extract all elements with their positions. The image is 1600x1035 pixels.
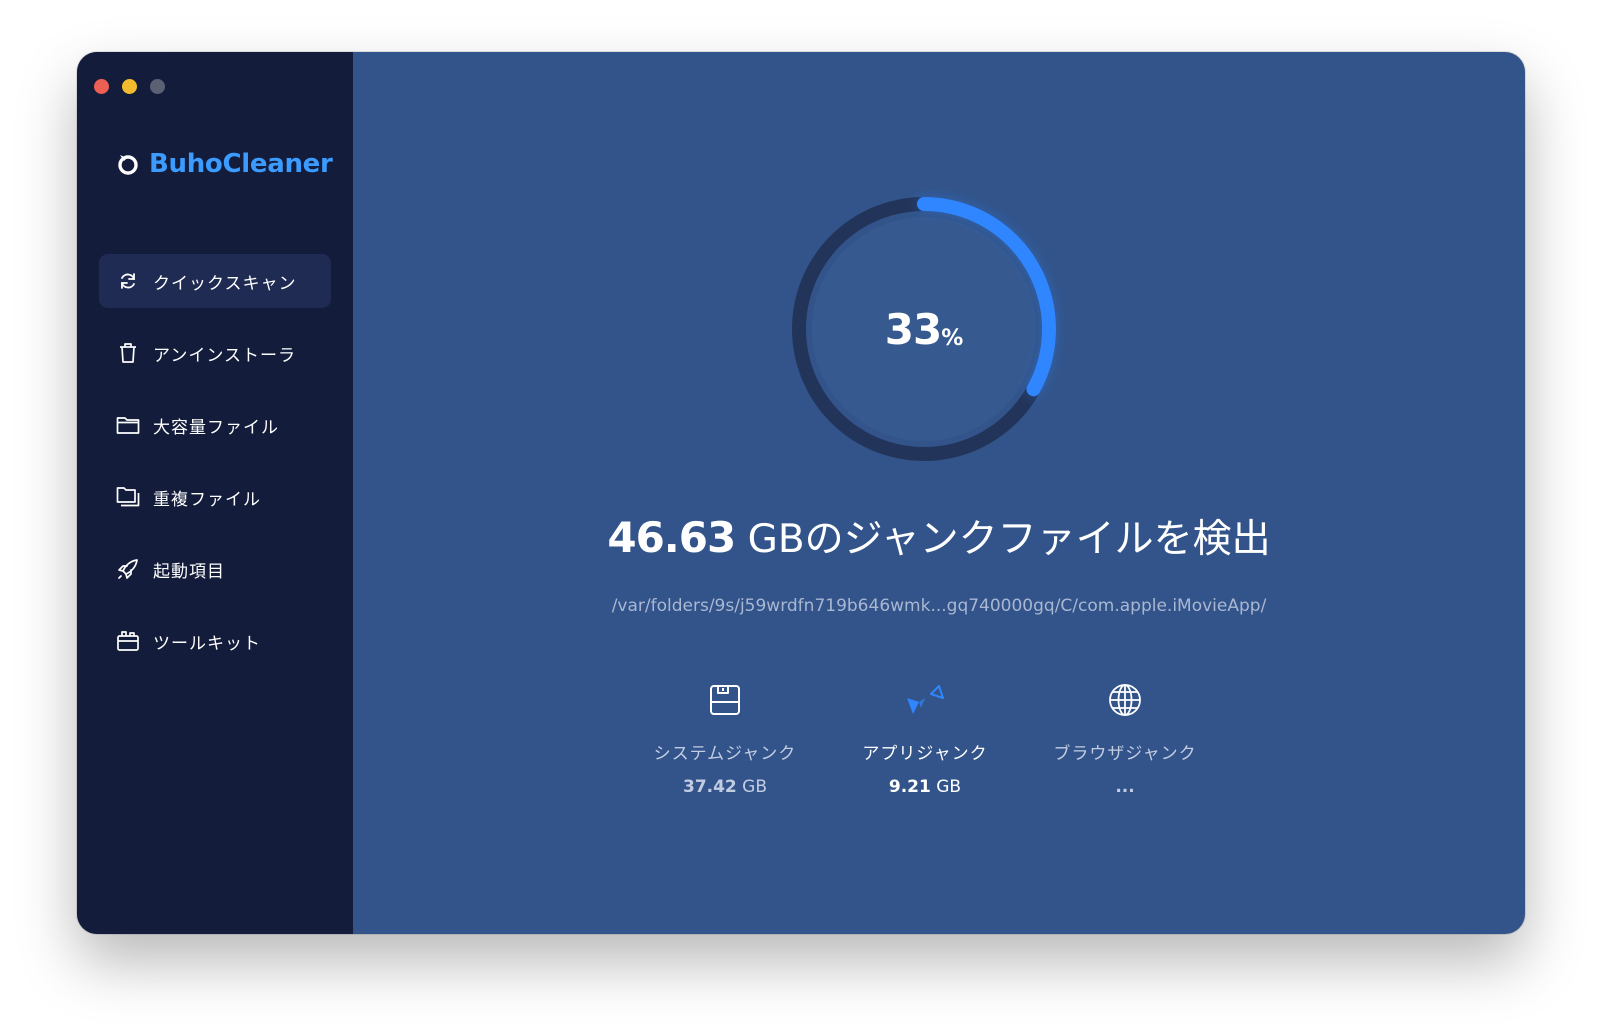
app-name: BuhoCleaner — [149, 149, 333, 179]
trash-icon — [115, 340, 141, 366]
zoom-window-button[interactable] — [150, 79, 165, 94]
app-window: BuhoCleaner クイックスキャン アンインストーラ 大容量ファイル 重複… — [77, 52, 1525, 934]
progress-unit: % — [941, 325, 964, 351]
sidebar-item-label: 起動項目 — [153, 561, 225, 582]
disk-icon — [625, 680, 825, 720]
category-system-junk: システムジャンク 37.42 GB — [625, 680, 825, 797]
current-scan-path: /var/folders/9s/j59wrdfn719b646wmk...gq7… — [611, 596, 1267, 616]
sidebar-item-uninstaller[interactable]: アンインストーラ — [99, 326, 331, 380]
scan-progress-percent: 33 % — [784, 189, 1064, 469]
category-value: 9.21 GB — [888, 777, 962, 797]
toolkit-icon — [115, 628, 141, 654]
sidebar-item-duplicate-files[interactable]: 重複ファイル — [99, 470, 331, 524]
sidebar-item-label: 大容量ファイル — [153, 417, 279, 438]
category-app-junk: アプリジャンク 9.21 GB — [825, 680, 1025, 797]
category-value: 37.42 GB — [682, 777, 768, 797]
sidebar-item-label: クイックスキャン — [153, 273, 297, 294]
duplicate-folder-icon — [115, 484, 141, 510]
category-browser-junk: ブラウザジャンク ... — [1025, 680, 1225, 797]
buho-logo-icon — [118, 155, 138, 175]
sidebar-nav: クイックスキャン アンインストーラ 大容量ファイル 重複ファイル 起動項目 ツー… — [99, 254, 331, 686]
sidebar: BuhoCleaner クイックスキャン アンインストーラ 大容量ファイル 重複… — [77, 52, 353, 934]
globe-icon — [1025, 680, 1225, 720]
found-size: 46.63 — [607, 513, 736, 562]
brand: BuhoCleaner — [115, 149, 333, 179]
window-controls — [94, 79, 165, 94]
rocket-icon — [115, 556, 141, 582]
category-label: ブラウザジャンク — [1053, 744, 1197, 764]
sidebar-item-label: ツールキット — [153, 633, 261, 654]
progress-number: 33 — [884, 304, 942, 354]
category-label: アプリジャンク — [862, 744, 988, 764]
sidebar-item-quick-scan[interactable]: クイックスキャン — [99, 254, 331, 308]
sidebar-item-startup-items[interactable]: 起動項目 — [99, 542, 331, 596]
sidebar-item-large-files[interactable]: 大容量ファイル — [99, 398, 331, 452]
found-text: GBのジャンクファイルを検出 — [735, 517, 1271, 562]
sidebar-item-label: アンインストーラ — [153, 345, 296, 366]
junk-categories: システムジャンク 37.42 GB アプリジャンク 9.21 GB ブラウザジャ… — [625, 680, 1225, 797]
category-label: システムジャンク — [653, 744, 797, 764]
main-panel: 33 % 46.63 GBのジャンクファイルを検出 /var/folders/9… — [353, 52, 1525, 934]
sidebar-item-toolkit[interactable]: ツールキット — [99, 614, 331, 668]
app-icon — [825, 680, 1025, 720]
sidebar-item-label: 重複ファイル — [153, 489, 261, 510]
close-window-button[interactable] — [94, 79, 109, 94]
minimize-window-button[interactable] — [122, 79, 137, 94]
folder-icon — [115, 412, 141, 438]
junk-found-headline: 46.63 GBのジャンクファイルを検出 — [353, 508, 1525, 564]
refresh-icon — [115, 268, 141, 294]
category-value: ... — [1115, 777, 1135, 797]
